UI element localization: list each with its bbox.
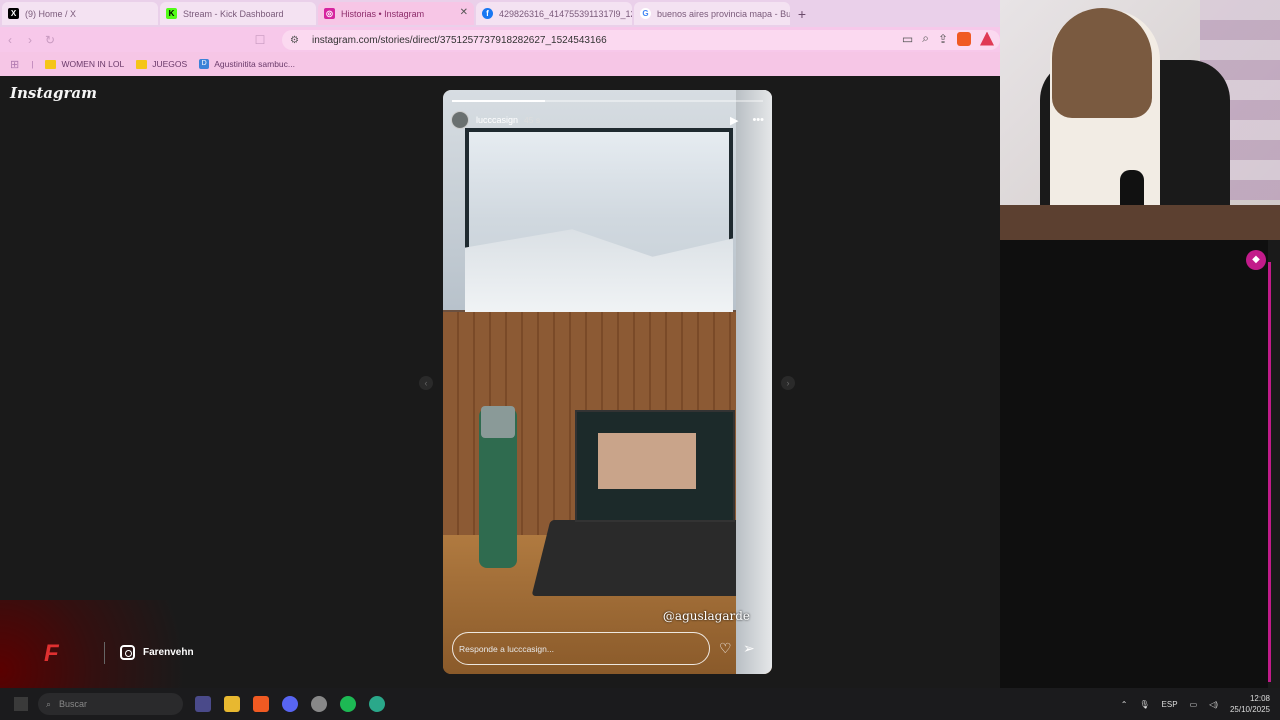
reload-icon[interactable]: ↻ (40, 33, 60, 47)
avatar[interactable] (451, 111, 469, 129)
url-field[interactable]: ⚙ instagram.com/stories/direct/375125773… (282, 30, 1000, 50)
bookmark-agustinitita[interactable]: D Agustinitita sambuc... (199, 59, 295, 69)
meet-icon[interactable] (195, 696, 211, 712)
clock-time: 12:08 (1249, 694, 1270, 703)
story-progress-bar (452, 100, 763, 102)
cast-icon[interactable]: ▭ (902, 32, 913, 46)
spotify-icon[interactable] (340, 696, 356, 712)
tab-x[interactable]: X (9) Home / X (2, 2, 158, 25)
search-icon: ⌕ (46, 698, 52, 709)
discord-icon[interactable] (282, 696, 298, 712)
taskbar-search[interactable]: ⌕ Buscar (38, 693, 183, 715)
right-strip (1000, 240, 1280, 688)
site-info-icon[interactable]: ⚙ (290, 35, 304, 46)
bookmark-label: JUEGOS (152, 59, 188, 69)
tab-instagram[interactable]: ◎ Historias • Instagram ✕ (318, 2, 474, 25)
facebook-icon: f (482, 8, 493, 19)
instagram-icon: ◎ (324, 8, 335, 19)
instagram-logo[interactable]: Instagram (10, 84, 97, 102)
bookmark-label: Agustinitita sambuc... (214, 59, 295, 69)
story-time: 45 s (524, 115, 541, 125)
bookmark-icon[interactable]: ☐ (250, 33, 270, 47)
toolbar-actions: ▭ ⌕ ⇪ (902, 31, 994, 46)
tab-title: (9) Home / X (25, 8, 77, 19)
instagram-handle: Farenvehn (143, 647, 194, 658)
tab-title: Stream - Kick Dashboard (183, 8, 284, 19)
tab-kick[interactable]: K Stream - Kick Dashboard (160, 2, 316, 25)
tab-bar: X (9) Home / X K Stream - Kick Dashboard… (0, 0, 1000, 27)
brand-logo: F (44, 640, 59, 667)
bookmark-juegos[interactable]: JUEGOS (136, 59, 187, 69)
webcam-overlay (1000, 0, 1280, 240)
story-image-thermos-cap (481, 406, 515, 438)
obs-icon[interactable] (311, 696, 327, 712)
screen: X (9) Home / X K Stream - Kick Dashboard… (0, 0, 1280, 720)
x-icon: X (8, 8, 19, 19)
folder-icon (45, 59, 57, 69)
brave-icon[interactable] (253, 696, 269, 712)
play-icon[interactable]: ▶ (730, 114, 738, 127)
file-explorer-icon[interactable] (224, 696, 240, 712)
story-header: lucccasign 45 s ▶ ••• (451, 110, 764, 130)
next-story-button[interactable]: › (781, 376, 795, 390)
start-icon[interactable] (14, 697, 28, 711)
apps-icon[interactable]: ⊞ (10, 58, 19, 71)
taskbar-apps (195, 696, 385, 712)
mic-icon[interactable]: 🎙︎ (1139, 700, 1149, 709)
story-viewer[interactable]: lucccasign 45 s ▶ ••• @aguslagarde ♡ ➢ (443, 90, 772, 674)
bookmark-label: WOMEN IN LOL (61, 59, 125, 69)
close-icon[interactable]: ✕ (460, 7, 468, 18)
network-icon[interactable]: ▭ (1190, 700, 1198, 709)
clock[interactable]: 12:08 25/10/2025 (1230, 693, 1270, 715)
heart-icon[interactable]: ♡ (719, 640, 732, 657)
tab-facebook[interactable]: f 429826316_4147553911317l9_12... (476, 2, 632, 25)
story-image-laptop-video (598, 433, 696, 489)
folder-icon (136, 59, 148, 69)
story-mention[interactable]: @aguslagarde (663, 609, 750, 623)
taskbar: ⌕ Buscar ⌃ 🎙︎ ESP ▭ ◁) 12:08 25/10/2025 (0, 688, 1280, 720)
overlay-divider (104, 642, 105, 664)
volume-icon[interactable]: ◁) (1209, 700, 1218, 709)
tab-title: Historias • Instagram (341, 8, 425, 19)
back-icon[interactable]: ‹ (0, 33, 20, 47)
system-tray: ⌃ 🎙︎ ESP ▭ ◁) 12:08 25/10/2025 (1121, 688, 1270, 720)
new-tab-button[interactable]: + (792, 4, 812, 24)
brave-rewards-icon[interactable] (980, 31, 994, 46)
share-icon[interactable]: ⇪ (938, 32, 948, 46)
webcam-desk (1000, 205, 1280, 240)
story-username[interactable]: lucccasign (476, 115, 518, 125)
extension-sidebar-bar (1268, 262, 1271, 682)
address-bar: ‹ › ↻ ☐ ⚙ instagram.com/stories/direct/3… (0, 27, 1000, 52)
reply-input[interactable] (459, 643, 699, 654)
bookmark-women-in-lol[interactable]: WOMEN IN LOL (45, 59, 124, 69)
tab-title: buenos aires provincia mapa - Bus... (657, 8, 790, 19)
story-progress-fill (452, 100, 546, 102)
instagram-icon (120, 645, 135, 660)
search-placeholder: Buscar (59, 699, 88, 709)
bookmark-divider: | (31, 59, 34, 69)
story-image-edge (736, 90, 772, 674)
chevron-up-icon[interactable]: ⌃ (1121, 700, 1128, 709)
send-icon[interactable]: ➢ (743, 640, 755, 657)
zoom-icon[interactable]: ⌕ (922, 31, 929, 46)
instagram-page: Instagram ‹ › lucccasign 45 s ▶ ••• @agu… (0, 76, 1000, 688)
tab-title: 429826316_4147553911317l9_12... (499, 8, 632, 19)
tab-google[interactable]: G buenos aires provincia mapa - Bus... (634, 2, 790, 25)
story-controls: ▶ ••• (730, 114, 764, 127)
language-indicator[interactable]: ESP (1162, 700, 1178, 709)
app-icon[interactable] (369, 696, 385, 712)
forward-icon[interactable]: › (20, 33, 40, 47)
prev-story-button[interactable]: ‹ (419, 376, 433, 390)
google-icon: G (640, 8, 651, 19)
bookmarks-bar: ⊞ | WOMEN IN LOL JUEGOS D Agustinitita s… (0, 52, 1000, 76)
url-text: instagram.com/stories/direct/37512577379… (312, 34, 607, 46)
doc-icon: D (199, 59, 210, 69)
webcam-hair (1052, 8, 1152, 118)
more-options-icon[interactable]: ••• (752, 114, 764, 126)
brave-shields-icon[interactable] (957, 31, 971, 46)
reply-field[interactable] (452, 632, 710, 665)
extension-icon[interactable]: ◆ (1246, 250, 1266, 270)
clock-date: 25/10/2025 (1229, 705, 1270, 714)
kick-icon: K (166, 8, 177, 19)
